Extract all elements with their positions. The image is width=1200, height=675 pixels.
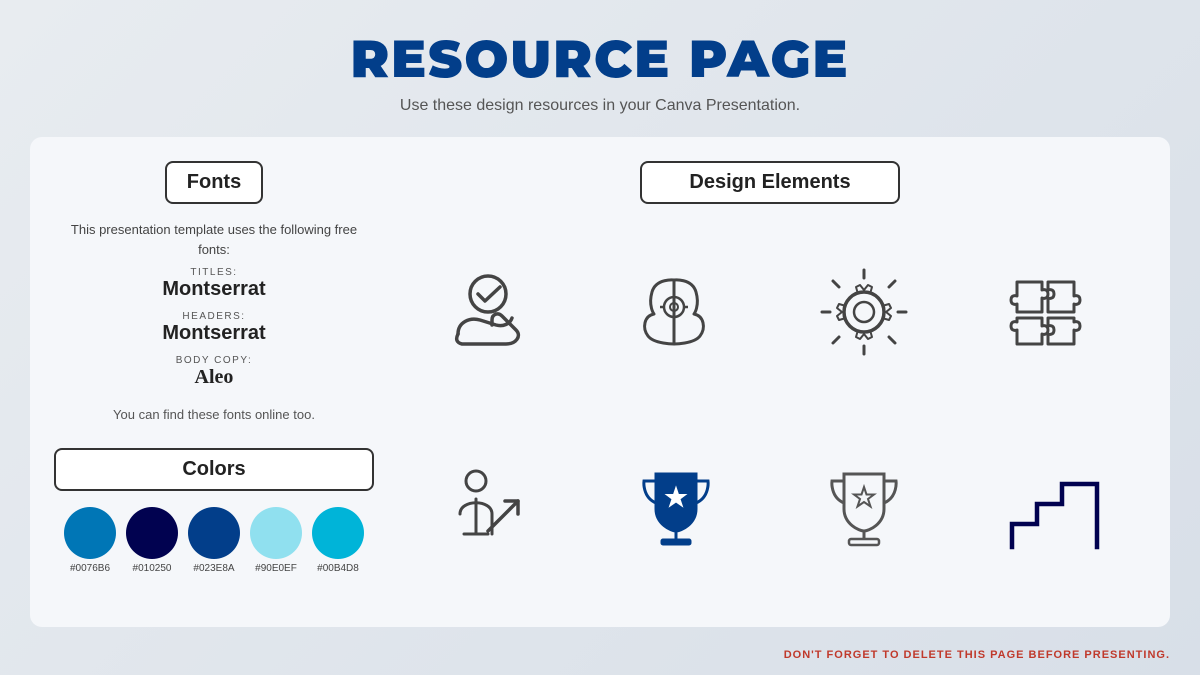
color-swatch-3: #023E8A	[188, 507, 240, 574]
color-swatch-2: #010250	[126, 507, 178, 574]
icon-cell-bulb-gear	[770, 214, 958, 411]
right-panel: Design Elements	[394, 161, 1146, 607]
color-hex-2: #010250	[133, 563, 172, 574]
font-body: BODY COPY: Aleo	[176, 355, 253, 389]
color-circle-4	[250, 507, 302, 559]
font-titles-name: Montserrat	[162, 278, 265, 301]
design-elements-header: Design Elements	[394, 161, 1146, 204]
icon-cell-person-growth	[394, 411, 582, 608]
icons-grid	[394, 214, 1146, 607]
font-body-name: Aleo	[176, 366, 253, 389]
color-swatch-4: #90E0EF	[250, 507, 302, 574]
page-header: RESOURCE PAGE Use these design resources…	[0, 0, 1200, 125]
font-titles-label: TITLES:	[162, 267, 265, 278]
color-circle-3	[188, 507, 240, 559]
bulb-gear-icon	[814, 262, 914, 362]
icon-cell-trophy-outline	[770, 411, 958, 608]
trophy-outline-icon	[814, 459, 914, 559]
font-headers: HEADERS: Montserrat	[162, 311, 265, 345]
stairs-icon	[1002, 459, 1102, 559]
icon-cell-stairs	[958, 411, 1146, 608]
design-elements-label: Design Elements	[640, 161, 900, 204]
main-card: Fonts This presentation template uses th…	[30, 137, 1170, 627]
fonts-description: This presentation template uses the foll…	[54, 220, 374, 259]
icon-cell-brain	[582, 214, 770, 411]
color-hex-4: #90E0EF	[255, 563, 297, 574]
page-subtitle: Use these design resources in your Canva…	[0, 97, 1200, 115]
colors-swatches: #0076B6 #010250 #023E8A #90E0EF #00B4D8	[54, 507, 374, 574]
fonts-label: Fonts	[165, 161, 263, 204]
puzzle-icon	[1002, 262, 1102, 362]
font-titles: TITLES: Montserrat	[162, 267, 265, 301]
icon-cell-trophy-dark	[582, 411, 770, 608]
font-headers-name: Montserrat	[162, 322, 265, 345]
colors-section: Colors #0076B6 #010250 #023E8A #90E0EF	[54, 448, 374, 574]
hand-check-icon	[438, 262, 538, 362]
color-hex-1: #0076B6	[70, 563, 110, 574]
colors-label: Colors	[54, 448, 374, 491]
color-hex-3: #023E8A	[193, 563, 234, 574]
footer-note: DON'T FORGET TO DELETE THIS PAGE BEFORE …	[784, 649, 1170, 661]
left-panel: Fonts This presentation template uses th…	[54, 161, 374, 607]
color-circle-1	[64, 507, 116, 559]
font-body-label: BODY COPY:	[176, 355, 253, 366]
color-swatch-5: #00B4D8	[312, 507, 364, 574]
person-growth-icon	[438, 459, 538, 559]
trophy-dark-icon	[626, 459, 726, 559]
fonts-section: Fonts This presentation template uses th…	[54, 161, 374, 438]
icon-cell-puzzle	[958, 214, 1146, 411]
color-circle-2	[126, 507, 178, 559]
color-swatch-1: #0076B6	[64, 507, 116, 574]
color-hex-5: #00B4D8	[317, 563, 359, 574]
fonts-note: You can find these fonts online too.	[113, 407, 315, 422]
font-headers-label: HEADERS:	[162, 311, 265, 322]
color-circle-5	[312, 507, 364, 559]
icon-cell-hand-check	[394, 214, 582, 411]
page-title: RESOURCE PAGE	[0, 28, 1200, 91]
brain-icon	[626, 262, 726, 362]
